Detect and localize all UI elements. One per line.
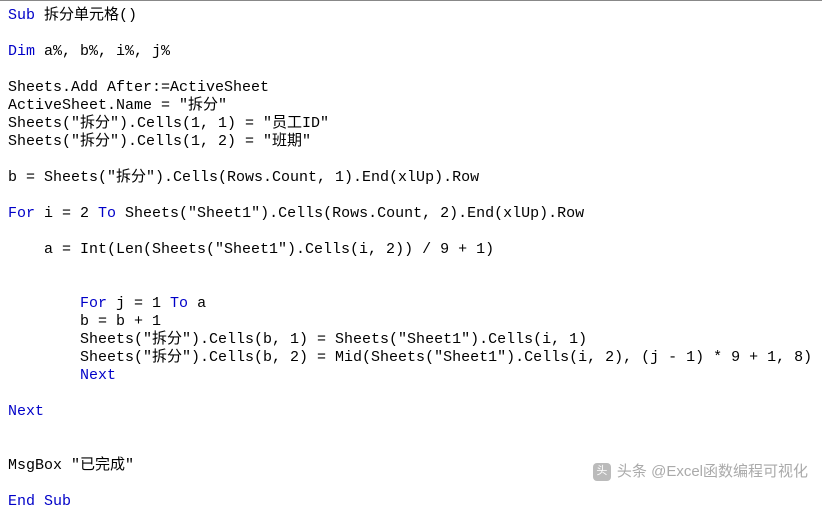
code-text: a [197, 295, 206, 312]
watermark: 头 头条 @Excel函数编程可视化 [593, 463, 808, 481]
code-block: Sub 拆分单元格() Dim a%, b%, i%, j% Sheets.Ad… [0, 1, 822, 517]
keyword-for: For [8, 205, 44, 222]
keyword-dim: Dim [8, 43, 44, 60]
code-line: Sheets.Add After:=ActiveSheet [8, 79, 269, 96]
keyword-end-sub: End Sub [8, 493, 71, 510]
code-text: j = 1 [116, 295, 170, 312]
code-line: Sheets("拆分").Cells(b, 1) = Sheets("Sheet… [8, 331, 587, 348]
keyword-sub: Sub [8, 7, 44, 24]
code-line: b = Sheets("拆分").Cells(Rows.Count, 1).En… [8, 169, 479, 186]
keyword-for: For [80, 295, 116, 312]
keyword-to: To [98, 205, 125, 222]
dim-vars: a%, b%, i%, j% [44, 43, 170, 60]
keyword-next: Next [8, 403, 44, 420]
code-pad [8, 295, 80, 312]
code-line: ActiveSheet.Name = "拆分" [8, 97, 227, 114]
code-text: Sheets("Sheet1").Cells(Rows.Count, 2).En… [125, 205, 584, 222]
code-line: Sheets("拆分").Cells(1, 1) = "员工ID" [8, 115, 329, 132]
keyword-to: To [170, 295, 197, 312]
code-text: i = 2 [44, 205, 98, 222]
code-line: MsgBox "已完成" [8, 457, 134, 474]
code-pad [8, 367, 80, 384]
code-line: b = b + 1 [8, 313, 161, 330]
code-line: Sheets("拆分").Cells(b, 2) = Mid(Sheets("S… [8, 349, 812, 366]
sub-name: 拆分单元格() [44, 7, 137, 24]
watermark-text: 头条 @Excel函数编程可视化 [617, 463, 808, 481]
code-line: Sheets("拆分").Cells(1, 2) = "班期" [8, 133, 311, 150]
code-line: a = Int(Len(Sheets("Sheet1").Cells(i, 2)… [8, 241, 494, 258]
watermark-icon: 头 [593, 463, 611, 481]
keyword-next: Next [80, 367, 116, 384]
